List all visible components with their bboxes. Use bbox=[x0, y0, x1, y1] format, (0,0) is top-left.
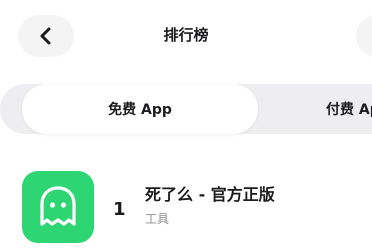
tab-free-apps[interactable]: 免费 App bbox=[22, 84, 258, 134]
ranking-screen: 排行榜 免费 App 付费 App 1 死了么 - 官方正版 工具 bbox=[0, 0, 372, 248]
page-title: 排行榜 bbox=[163, 26, 209, 44]
app-list-item[interactable]: 1 死了么 - 官方正版 工具 bbox=[0, 168, 372, 244]
tab-paid-apps[interactable]: 付费 App bbox=[262, 84, 372, 134]
ghost-icon bbox=[36, 184, 80, 230]
app-icon bbox=[22, 171, 94, 243]
app-name: 死了么 - 官方正版 bbox=[145, 185, 275, 204]
header-action-button[interactable] bbox=[356, 15, 372, 57]
app-category: 工具 bbox=[145, 212, 170, 226]
rank-number: 1 bbox=[113, 199, 126, 220]
